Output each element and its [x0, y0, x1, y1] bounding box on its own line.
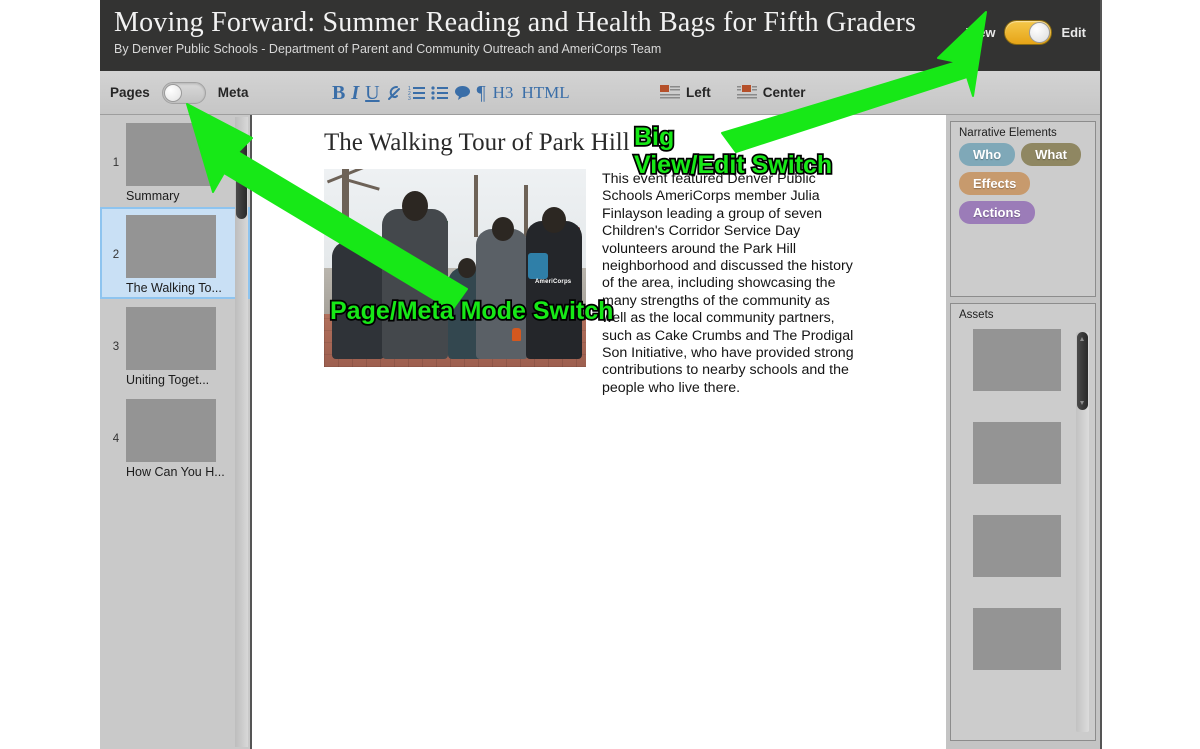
app-header: Moving Forward: Summer Reading and Healt…	[100, 0, 1100, 71]
align-left-button[interactable]: Left	[660, 85, 711, 100]
americorps-badge-text: AmeriCorps	[535, 279, 572, 285]
narrative-tag-what[interactable]: What	[1021, 143, 1081, 166]
document-photo[interactable]: AmeriCorps	[324, 169, 586, 367]
narrative-panel-title: Narrative Elements	[959, 127, 1057, 139]
page-thumb-col: Uniting Toget...	[126, 307, 240, 387]
align-center-button[interactable]: Center	[736, 85, 806, 100]
assets-panel-title: Assets	[959, 309, 994, 321]
ordered-list-icon[interactable]: 1 2 3	[406, 85, 427, 100]
pages-scrollbar-thumb[interactable]	[236, 139, 247, 219]
html-icon[interactable]: HTML	[518, 83, 572, 103]
page-number: 1	[112, 157, 120, 169]
svg-text:3: 3	[408, 96, 411, 100]
align-left-icon	[660, 85, 680, 99]
photo-walker-head	[458, 258, 476, 278]
photo-tree	[474, 175, 478, 237]
narrative-elements-panel: Narrative Elements Who What Effects Acti…	[950, 121, 1096, 297]
view-edit-switch-group: View Edit	[966, 20, 1086, 45]
page-list-item-3[interactable]: 3 Uniting Toget...	[100, 299, 250, 391]
unordered-list-icon[interactable]	[429, 85, 450, 100]
narrative-tag-list: Who What Effects Actions	[951, 143, 1091, 224]
pages-scrollbar[interactable]	[235, 117, 248, 747]
pages-meta-switch-group: Pages Meta	[100, 81, 330, 104]
asset-thumbnail[interactable]	[973, 422, 1061, 484]
right-sidebar: Narrative Elements Who What Effects Acti…	[946, 115, 1100, 749]
photo-scarf	[528, 253, 548, 279]
align-center-label: Center	[762, 85, 806, 100]
page-number: 2	[112, 249, 120, 261]
narrative-tag-actions[interactable]: Actions	[959, 201, 1035, 224]
italic-icon[interactable]: I	[349, 83, 361, 103]
align-center-icon	[736, 85, 757, 99]
photo-walker	[332, 241, 384, 360]
page-title: Moving Forward: Summer Reading and Healt…	[114, 7, 917, 38]
assets-scrollbar[interactable]	[1076, 332, 1089, 732]
page-label: How Can You H...	[126, 465, 225, 479]
page-label: The Walking To...	[126, 281, 222, 295]
assets-panel: Assets	[950, 303, 1096, 741]
meta-label: Meta	[217, 85, 249, 100]
document-body: AmeriCorps This event featured Denver Pu…	[252, 157, 946, 397]
page-list-item-2[interactable]: 2 The Walking To...	[100, 207, 250, 299]
page-thumb-col: The Walking To...	[126, 215, 240, 295]
view-edit-switch[interactable]	[1004, 20, 1053, 45]
page-list-item-1[interactable]: 1 Summary	[100, 115, 250, 207]
page-number: 3	[112, 341, 120, 353]
photo-walker-head	[348, 228, 370, 252]
asset-thumbnail[interactable]	[973, 515, 1061, 577]
pages-sidebar: 1 Summary 2 The Walking To... 3 Uniting …	[100, 115, 252, 749]
photo-walker-head	[542, 207, 566, 233]
page-thumbnail	[126, 123, 216, 186]
editor-body: 1 Summary 2 The Walking To... 3 Uniting …	[100, 115, 1100, 749]
unordered-list-glyph	[430, 86, 448, 100]
page-thumb-col: How Can You H...	[126, 399, 240, 479]
narrative-tag-effects[interactable]: Effects	[959, 172, 1031, 195]
photo-walker-americorps	[526, 221, 582, 360]
switch-knob	[1029, 22, 1051, 43]
editor-toolbar: Pages Meta B I U 1 2 3 ¶ H3 HTML Left Ce…	[100, 71, 1100, 115]
alignment-group: Left Center	[660, 85, 806, 100]
page-thumbnail	[126, 215, 216, 278]
document-text[interactable]: This event featured Denver Public School…	[602, 171, 858, 397]
link-icon[interactable]	[384, 84, 404, 102]
view-label: View	[966, 25, 996, 40]
switch-knob	[163, 83, 182, 102]
format-button-group: B I U 1 2 3 ¶ H3 HTML	[330, 83, 573, 103]
asset-list	[951, 325, 1095, 670]
pilcrow-icon[interactable]: ¶	[475, 83, 488, 103]
link-glyph	[387, 85, 400, 100]
photo-walker-head	[402, 191, 428, 221]
bold-icon[interactable]: B	[330, 83, 347, 103]
page-label: Uniting Toget...	[126, 373, 210, 387]
page-byline: By Denver Public Schools - Department of…	[114, 42, 662, 56]
app-window: Moving Forward: Summer Reading and Healt…	[100, 0, 1102, 749]
edit-label: Edit	[1061, 25, 1086, 40]
pages-label: Pages	[110, 85, 150, 100]
ordered-list-glyph: 1 2 3	[408, 86, 425, 100]
photo-walker-head	[492, 217, 514, 241]
comment-glyph	[454, 86, 470, 100]
document-title[interactable]: The Walking Tour of Park Hill	[252, 115, 946, 157]
photo-walker	[382, 209, 448, 360]
page-list-item-4[interactable]: 4 How Can You H...	[100, 391, 250, 483]
document-canvas[interactable]: The Walking Tour of Park Hill AmeriCorps…	[252, 115, 946, 749]
asset-thumbnail[interactable]	[973, 608, 1061, 670]
align-left-label: Left	[686, 85, 711, 100]
narrative-tag-who[interactable]: Who	[959, 143, 1016, 166]
comment-icon[interactable]	[452, 85, 473, 100]
pages-meta-switch[interactable]	[161, 81, 206, 104]
heading3-icon[interactable]: H3	[490, 83, 517, 103]
underline-icon[interactable]: U	[363, 83, 381, 103]
page-thumbnail	[126, 399, 216, 462]
asset-thumbnail[interactable]	[973, 329, 1061, 391]
page-number: 4	[112, 433, 120, 445]
page-label: Summary	[126, 189, 180, 203]
page-thumbnail	[126, 307, 216, 370]
page-thumb-col: Summary	[126, 123, 240, 203]
photo-traffic-cone	[512, 328, 521, 341]
assets-scrollbar-thumb[interactable]	[1077, 332, 1088, 410]
